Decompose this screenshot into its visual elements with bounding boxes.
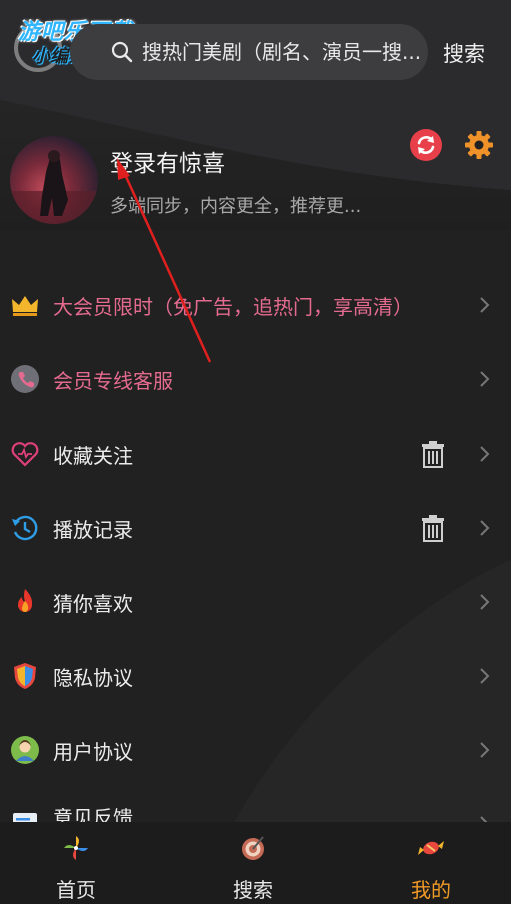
menu-item-label: 意见反馈	[53, 806, 133, 822]
nav-search[interactable]: 搜索	[193, 822, 313, 904]
bottom-nav: 首页 搜索 我的	[0, 822, 511, 904]
gear-icon[interactable]	[464, 130, 494, 160]
menu-item-feedback[interactable]: 意见反馈	[0, 794, 511, 822]
nav-label: 我的	[411, 878, 451, 902]
candy-icon	[418, 841, 444, 855]
avatar[interactable]	[10, 136, 98, 224]
search-icon	[111, 41, 133, 63]
history-icon	[12, 515, 38, 541]
nav-mine[interactable]: 我的	[371, 822, 491, 904]
search-bar[interactable]	[70, 24, 428, 80]
menu-item-vip[interactable]: 大会员限时（免广告，追热门，享高清）	[0, 275, 511, 335]
menu-item-label: 大会员限时（免广告，追热门，享高清）	[53, 294, 413, 319]
target-icon	[242, 836, 264, 860]
chevron-right-icon	[480, 594, 490, 610]
chevron-right-icon	[480, 668, 490, 684]
nav-label: 首页	[56, 878, 96, 902]
search-input[interactable]	[114, 40, 428, 64]
chevron-right-icon	[480, 371, 490, 387]
login-subtitle: 多端同步，内容更全，推荐更...	[110, 196, 362, 217]
phone-icon	[11, 365, 39, 393]
avatar-image	[10, 150, 98, 224]
login-title[interactable]: 登录有惊喜	[110, 144, 225, 178]
menu-item-label: 播放记录	[53, 517, 133, 542]
heart-icon	[11, 442, 39, 467]
crown-icon	[12, 296, 38, 316]
chevron-right-icon	[480, 742, 490, 758]
menu-item-label: 收藏关注	[53, 443, 133, 468]
nav-home[interactable]: 首页	[16, 822, 136, 904]
menu-item-label: 隐私协议	[53, 665, 133, 690]
pinwheel-icon	[64, 836, 88, 860]
trash-icon[interactable]	[420, 514, 446, 542]
chevron-right-icon	[480, 816, 488, 822]
chevron-right-icon	[480, 297, 490, 313]
chevron-right-icon	[480, 446, 490, 462]
trash-icon[interactable]	[420, 440, 446, 468]
feedback-icon	[13, 813, 37, 822]
nav-label: 搜索	[233, 878, 273, 902]
user-icon	[11, 736, 39, 764]
menu-item-recommend[interactable]: 猜你喜欢	[0, 572, 511, 632]
sync-icon[interactable]	[410, 129, 442, 161]
menu-item-favorites[interactable]: 收藏关注	[0, 424, 511, 484]
menu-item-user-agreement[interactable]: 用户协议	[0, 720, 511, 780]
flame-icon	[18, 589, 33, 612]
menu-item-history[interactable]: 播放记录	[0, 498, 511, 558]
shield-icon	[14, 663, 36, 689]
menu-item-label: 用户协议	[53, 739, 133, 764]
menu-item-privacy[interactable]: 隐私协议	[0, 646, 511, 706]
menu-item-label: 猜你喜欢	[53, 591, 133, 616]
search-button[interactable]: 搜索	[443, 38, 485, 68]
menu-item-label: 会员专线客服	[53, 368, 173, 393]
menu-item-vip-service[interactable]: 会员专线客服	[0, 349, 511, 409]
chevron-right-icon	[480, 520, 490, 536]
